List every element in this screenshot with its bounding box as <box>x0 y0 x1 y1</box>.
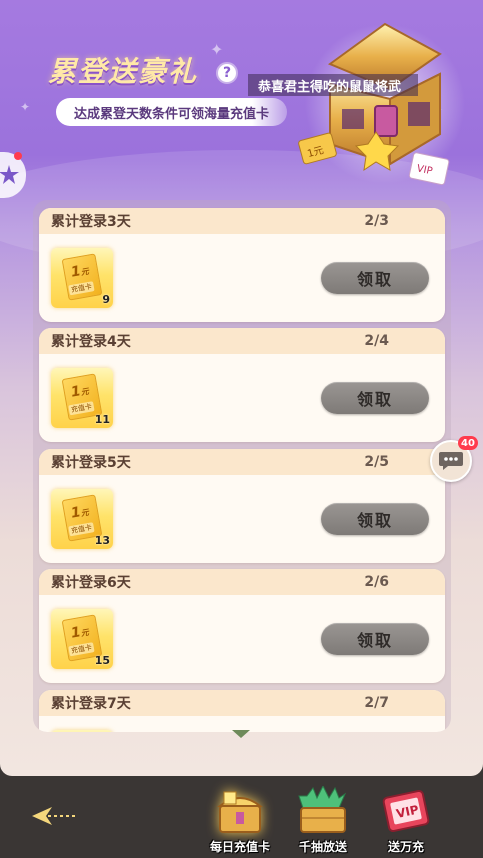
prize-label: 充值卡 <box>68 642 95 657</box>
question-icon[interactable]: ? <box>216 62 238 84</box>
recharge-card-icon: 1元 充值卡 <box>61 253 103 301</box>
recharge-card-item[interactable]: 1元 充值卡 9 <box>51 248 113 308</box>
side-menu-button[interactable] <box>0 152 26 198</box>
reward-card-header: 累计登录6天 2/6 <box>39 569 445 595</box>
nav-label: 送万充 <box>387 840 424 854</box>
treasure-chest-icon: 1元 VIP <box>298 22 465 186</box>
claim-button[interactable]: 领取 <box>321 262 429 294</box>
announcement-marquee: 恭喜君主得吃的鼠鼠将武 <box>248 74 418 96</box>
vip-voucher-icon: VIP <box>382 789 430 833</box>
nav-daily-recharge-card[interactable]: 每日充值卡 <box>202 786 278 856</box>
chat-bubble-icon <box>439 452 463 470</box>
reward-title: 累计登录3天 <box>51 214 131 230</box>
reward-card-header: 累计登录4天 2/4 <box>39 328 445 354</box>
reward-card: 累计登录4天 2/4 1元 充值卡 11 领取 <box>39 328 445 442</box>
scroll-down-icon <box>232 730 250 738</box>
back-arrow-icon[interactable] <box>30 804 80 828</box>
gold-chest-icon <box>217 791 263 833</box>
reward-card-header: 累计登录7天 2/7 <box>39 690 445 716</box>
page-title: 累登送豪礼 <box>48 55 199 88</box>
prize-unit: 元 <box>80 507 90 519</box>
claim-button[interactable]: 领取 <box>321 382 429 414</box>
app-root: ✦ ✦ ✦ 1元 <box>0 0 483 858</box>
reward-card: 累计登录7天 2/7 1元 充值卡 领取 <box>39 690 445 732</box>
recharge-card-item[interactable]: 1元 充值卡 13 <box>51 489 113 549</box>
nav-label: 每日充值卡 <box>209 840 270 854</box>
prize-count: 9 <box>102 293 110 306</box>
event-panel: ✦ ✦ ✦ 1元 <box>0 0 483 776</box>
reward-progress: 2/5 <box>364 454 389 470</box>
sparkle-icon: ✦ <box>210 40 224 59</box>
reward-card: 累计登录6天 2/6 1元 充值卡 15 领取 <box>39 569 445 683</box>
prize-label: 充值卡 <box>68 401 95 416</box>
sparkle-icon: ✦ <box>20 100 31 114</box>
reward-title: 累计登录4天 <box>51 334 131 350</box>
claim-button[interactable]: 领取 <box>321 503 429 535</box>
recharge-card-item[interactable]: 1元 充值卡 11 <box>51 368 113 428</box>
nav-send-recharge[interactable]: VIP 送万充 <box>368 786 444 856</box>
prize-count: 13 <box>94 534 110 547</box>
prize-count: 11 <box>94 413 110 426</box>
reward-title: 累计登录6天 <box>51 575 131 591</box>
reward-progress: 2/6 <box>364 574 389 590</box>
recharge-card-item[interactable]: 1元 充值卡 <box>51 730 113 732</box>
prize-unit: 元 <box>80 266 90 278</box>
reward-card: 累计登录5天 2/5 1元 充值卡 13 领取 <box>39 449 445 563</box>
reward-card-header: 累计登录5天 2/5 <box>39 449 445 475</box>
prize-count: 15 <box>94 654 110 667</box>
reward-card: 累计登录3天 2/3 1元 充值卡 9 领取 <box>39 208 445 322</box>
prize-unit: 元 <box>80 627 90 639</box>
claim-button[interactable]: 领取 <box>321 623 429 655</box>
recharge-card-item[interactable]: 1元 充值卡 15 <box>51 609 113 669</box>
notification-dot <box>14 152 22 160</box>
reward-progress: 2/7 <box>364 695 389 711</box>
nav-label: 千抽放送 <box>298 840 347 854</box>
prize-label: 充值卡 <box>68 522 95 537</box>
reward-list[interactable]: 累计登录3天 2/3 1元 充值卡 9 领取 累计登录4天 2/4 1元 充值卡… <box>33 200 451 732</box>
page-subtitle: 达成累登天数条件可领海量充值卡 <box>56 98 288 126</box>
reward-title: 累计登录7天 <box>51 696 131 712</box>
star-burst-icon <box>0 165 19 184</box>
gem-basket-icon <box>298 786 347 833</box>
reward-title: 累计登录5天 <box>51 455 131 471</box>
chat-unread-badge: 40 <box>458 436 478 450</box>
prize-unit: 元 <box>80 386 90 398</box>
title-block: 累登送豪礼 ? <box>48 50 238 90</box>
bottom-nav-bar: 每日充值卡 千抽放送 VIP 送万充 <box>0 776 483 858</box>
reward-card-header: 累计登录3天 2/3 <box>39 208 445 234</box>
reward-progress: 2/3 <box>364 213 389 229</box>
prize-label: 充值卡 <box>68 281 95 296</box>
reward-progress: 2/4 <box>364 333 389 349</box>
nav-thousand-draws[interactable]: 千抽放送 <box>285 786 361 856</box>
